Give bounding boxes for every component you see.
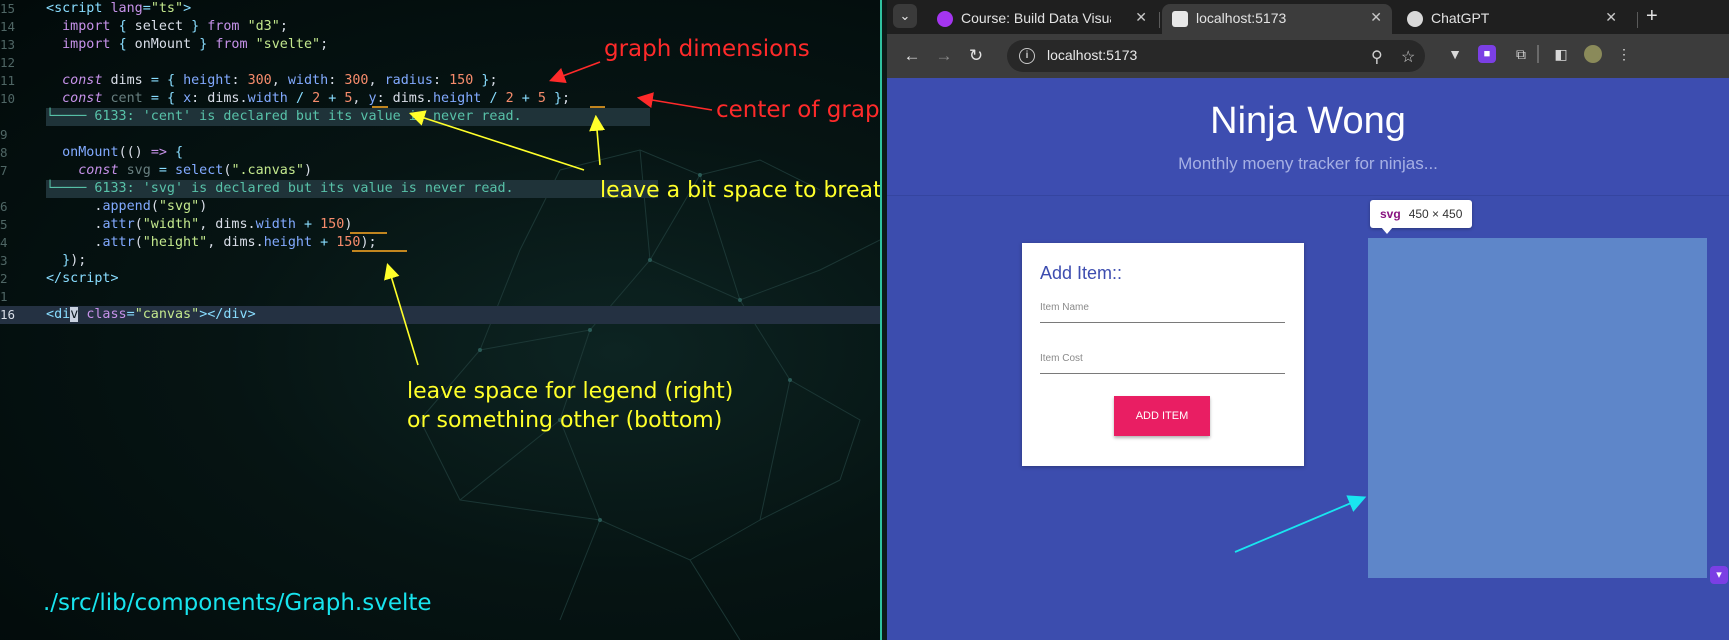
- page-content: Ninja Wong Monthly moeny tracker for nin…: [887, 78, 1729, 640]
- code-text[interactable]: <div class="canvas"></div>: [46, 306, 256, 324]
- line-number: 10: [0, 91, 16, 106]
- extension-icon[interactable]: ■: [1478, 45, 1496, 63]
- line-number: 16: [0, 307, 16, 322]
- code-text[interactable]: const svg = select(".canvas"): [46, 162, 312, 180]
- line-number: 9: [0, 127, 8, 142]
- code-line[interactable]: 8 onMount(() => {: [0, 144, 880, 162]
- file-path-label: ./src/lib/components/Graph.svelte: [43, 590, 432, 616]
- code-text[interactable]: });: [46, 252, 86, 270]
- annotation-legend-line2: or something other (bottom): [407, 408, 723, 433]
- chatgpt-icon: [1407, 11, 1423, 27]
- code-text[interactable]: const cent = { x: dims.width / 2 + 5, y:…: [46, 90, 570, 108]
- close-icon[interactable]: ✕: [1605, 9, 1617, 26]
- code-text[interactable]: .append("svg"): [46, 198, 207, 216]
- annotation-legend-line1: leave space for legend (right): [407, 379, 734, 404]
- line-number: 13: [0, 37, 16, 52]
- extensions-puzzle-icon[interactable]: ⧉: [1512, 45, 1530, 63]
- tab-title: ChatGPT: [1431, 10, 1490, 26]
- code-text[interactable]: import { onMount } from "svelte";: [46, 36, 328, 54]
- annotation-leave-space-breath: leave a bit space to breath: [600, 178, 880, 203]
- tab-chatgpt[interactable]: ChatGPT ✕: [1397, 4, 1627, 34]
- code-line[interactable]: 1: [0, 288, 880, 306]
- line-number: 4: [0, 235, 8, 250]
- line-number: 15: [0, 1, 16, 16]
- bookmark-star-icon[interactable]: ☆: [1401, 47, 1415, 67]
- code-line[interactable]: 2 </script>: [0, 270, 880, 288]
- toolbar-separator: [1537, 45, 1539, 63]
- line-number: 12: [0, 55, 16, 70]
- devtools-badge-icon[interactable]: ▾: [1710, 566, 1728, 584]
- code-line[interactable]: 11 const dims = { height: 300, width: 30…: [0, 72, 880, 90]
- code-text[interactable]: .attr("height", dims.height + 150);: [46, 234, 376, 252]
- line-number: 8: [0, 145, 8, 160]
- line-number: 14: [0, 19, 16, 34]
- code-line[interactable]: 16 <div class="canvas"></div>: [0, 306, 880, 324]
- svelte-icon: [1172, 11, 1188, 27]
- cyan-annotation-arrow: [1234, 495, 1367, 553]
- annotation-graph-dimensions: graph dimensions: [604, 36, 810, 62]
- code-text[interactable]: .attr("width", dims.width + 150): [46, 216, 352, 234]
- annotation-center-of-graph: center of graph: [716, 97, 880, 123]
- close-icon[interactable]: ✕: [1370, 9, 1382, 26]
- code-line[interactable]: 5 .attr("width", dims.width + 150): [0, 216, 880, 234]
- zoom-icon[interactable]: ⚲: [1371, 47, 1383, 67]
- code-line[interactable]: 15 <script lang="ts">: [0, 0, 880, 18]
- back-arrow-icon[interactable]: ←: [901, 45, 923, 67]
- tab-separator: [1637, 12, 1638, 28]
- tab-course[interactable]: Course: Build Data Visua ✕: [927, 4, 1157, 34]
- new-tab-button[interactable]: +: [1646, 6, 1658, 26]
- url-text[interactable]: localhost:5173: [1047, 47, 1137, 63]
- code-text[interactable]: <script lang="ts">: [46, 0, 191, 18]
- line-number: 7: [0, 163, 8, 178]
- reload-icon[interactable]: ↻: [965, 45, 987, 67]
- line-number: 3: [0, 253, 8, 268]
- tab-separator: [1159, 12, 1160, 28]
- browser-toolbar: ← → ↻ i localhost:5173 ⚲ ☆: [887, 34, 1729, 78]
- line-number: 1: [0, 289, 8, 304]
- code-editor[interactable]: 15 <script lang="ts"> 14 import { select }…: [0, 0, 880, 640]
- tab-search-button[interactable]: ⌄: [893, 4, 917, 28]
- site-info-icon[interactable]: i: [1019, 48, 1035, 64]
- line-number: 6: [0, 199, 8, 214]
- line-number: 2: [0, 271, 8, 286]
- browser-window: ⌄ Course: Build Data Visua ✕ localhost:5…: [887, 0, 1729, 640]
- vue-devtools-icon[interactable]: ▼: [1446, 45, 1464, 63]
- tab-title: localhost:5173: [1196, 10, 1287, 26]
- forward-arrow-icon[interactable]: →: [933, 45, 955, 67]
- close-icon[interactable]: ✕: [1135, 9, 1147, 26]
- code-line[interactable]: 3 });: [0, 252, 880, 270]
- line-number: 5: [0, 217, 8, 232]
- code-line[interactable]: 9: [0, 126, 880, 144]
- tab-bar: ⌄ Course: Build Data Visua ✕ localhost:5…: [887, 0, 1729, 34]
- line-number: 11: [0, 73, 16, 88]
- code-line[interactable]: 4 .attr("height", dims.height + 150);: [0, 234, 880, 252]
- diagnostic-svg: └──── 6133: 'svg' is declared but its va…: [46, 180, 658, 198]
- code-text[interactable]: const dims = { height: 300, width: 300, …: [46, 72, 497, 90]
- address-bar[interactable]: i localhost:5173 ⚲ ☆: [1007, 40, 1425, 72]
- diagnostic-cent: └──── 6133: 'cent' is declared but its v…: [46, 108, 650, 126]
- code-text[interactable]: import { select } from "d3";: [46, 18, 288, 36]
- side-panel-icon[interactable]: ◧: [1552, 45, 1570, 63]
- menu-kebab-icon[interactable]: ⋮: [1615, 45, 1633, 63]
- tab-localhost[interactable]: localhost:5173 ✕: [1162, 4, 1392, 34]
- code-line[interactable]: 14 import { select } from "d3";: [0, 18, 880, 36]
- profile-avatar[interactable]: [1584, 45, 1602, 63]
- code-text[interactable]: onMount(() => {: [46, 144, 183, 162]
- code-text[interactable]: </script>: [46, 270, 119, 288]
- tab-title: Course: Build Data Visua: [961, 10, 1111, 26]
- udemy-icon: [937, 11, 953, 27]
